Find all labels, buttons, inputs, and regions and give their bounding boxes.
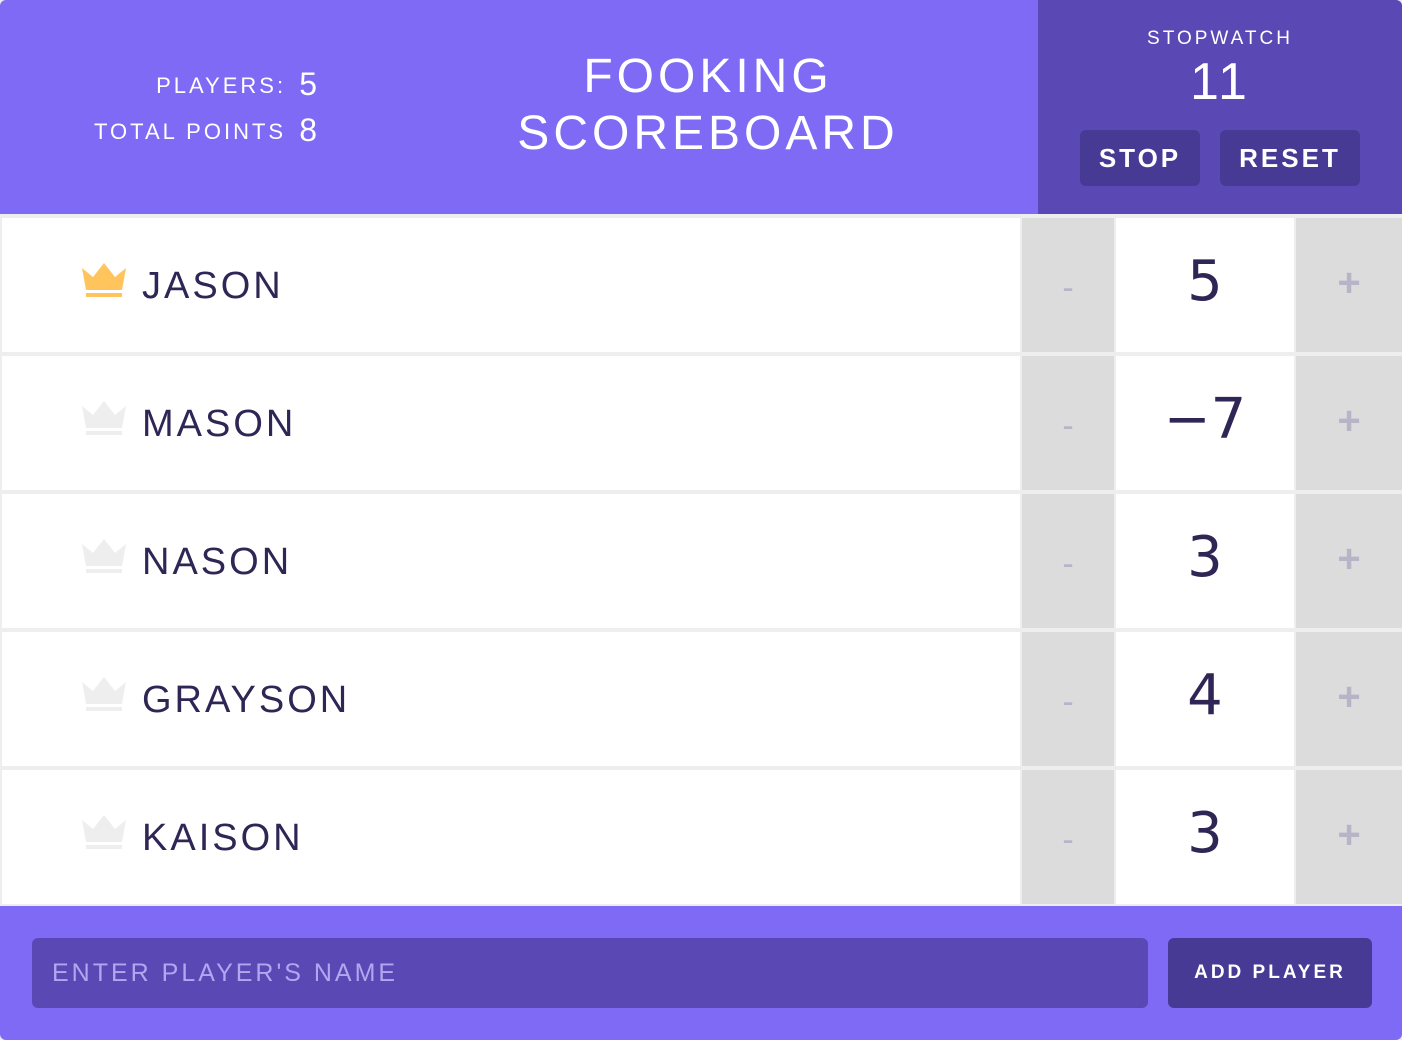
- player-name-cell: MASON: [2, 356, 1020, 490]
- stopwatch: STOPWATCH 11 STOP RESET: [1038, 0, 1402, 214]
- crown-icon: [82, 401, 126, 435]
- stopwatch-label: STOPWATCH: [1147, 28, 1293, 49]
- increment-button[interactable]: +: [1296, 494, 1402, 628]
- decrement-button[interactable]: -: [1022, 494, 1114, 628]
- decrement-button[interactable]: -: [1022, 218, 1114, 352]
- page-title: FOOKING SCOREBOARD: [440, 48, 976, 162]
- player-name: NASON: [142, 541, 293, 583]
- players-label: PLAYERS:: [156, 73, 287, 98]
- crown-icon: [82, 539, 126, 573]
- players-count: 5: [299, 66, 318, 102]
- player-name-input[interactable]: [32, 938, 1148, 1008]
- decrement-button[interactable]: -: [1022, 356, 1114, 490]
- scoreboard: PLAYERS: 5 TOTAL POINTS 8 FOOKING SCOREB…: [0, 0, 1402, 1040]
- add-player-form: ADD PLAYER: [0, 906, 1402, 1040]
- player-score: 3: [1116, 494, 1294, 628]
- player-name: KAISON: [142, 817, 304, 859]
- player-name-cell: JASON: [2, 218, 1020, 352]
- player-row: KAISON -3 +: [2, 770, 1402, 904]
- player-row: NASON -3 +: [2, 494, 1402, 628]
- player-row: JASON -5 +: [2, 218, 1402, 352]
- player-score: 3: [1116, 770, 1294, 904]
- increment-button[interactable]: +: [1296, 632, 1402, 766]
- crown-icon: [82, 815, 126, 849]
- stopwatch-time: 11: [1190, 53, 1250, 111]
- points-total: 8: [299, 112, 318, 148]
- points-stat: TOTAL POINTS 8: [94, 108, 318, 154]
- player-name: MASON: [142, 403, 297, 445]
- decrement-button[interactable]: -: [1022, 632, 1114, 766]
- stats: PLAYERS: 5 TOTAL POINTS 8: [94, 62, 318, 154]
- crown-icon: [82, 263, 126, 297]
- decrement-button[interactable]: -: [1022, 770, 1114, 904]
- player-name: JASON: [142, 265, 284, 307]
- title-line-2: SCOREBOARD: [517, 107, 899, 160]
- increment-button[interactable]: +: [1296, 356, 1402, 490]
- player-name-cell: KAISON: [2, 770, 1020, 904]
- stop-button[interactable]: STOP: [1080, 130, 1200, 186]
- player-score: 4: [1116, 632, 1294, 766]
- increment-button[interactable]: +: [1296, 770, 1402, 904]
- player-score: −7: [1116, 356, 1294, 490]
- player-name: GRAYSON: [142, 679, 351, 721]
- points-label: TOTAL POINTS: [94, 119, 287, 144]
- player-score: 5: [1116, 218, 1294, 352]
- header: PLAYERS: 5 TOTAL POINTS 8 FOOKING SCOREB…: [0, 0, 1402, 214]
- player-name-cell: GRAYSON: [2, 632, 1020, 766]
- increment-button[interactable]: +: [1296, 218, 1402, 352]
- players-stat: PLAYERS: 5: [94, 62, 318, 108]
- player-row: MASON - −7 +: [2, 356, 1402, 490]
- add-player-button[interactable]: ADD PLAYER: [1168, 938, 1372, 1008]
- reset-button[interactable]: RESET: [1220, 130, 1360, 186]
- crown-icon: [82, 677, 126, 711]
- player-name-cell: NASON: [2, 494, 1020, 628]
- player-row: GRAYSON -4 +: [2, 632, 1402, 766]
- title-line-1: FOOKING: [583, 50, 833, 103]
